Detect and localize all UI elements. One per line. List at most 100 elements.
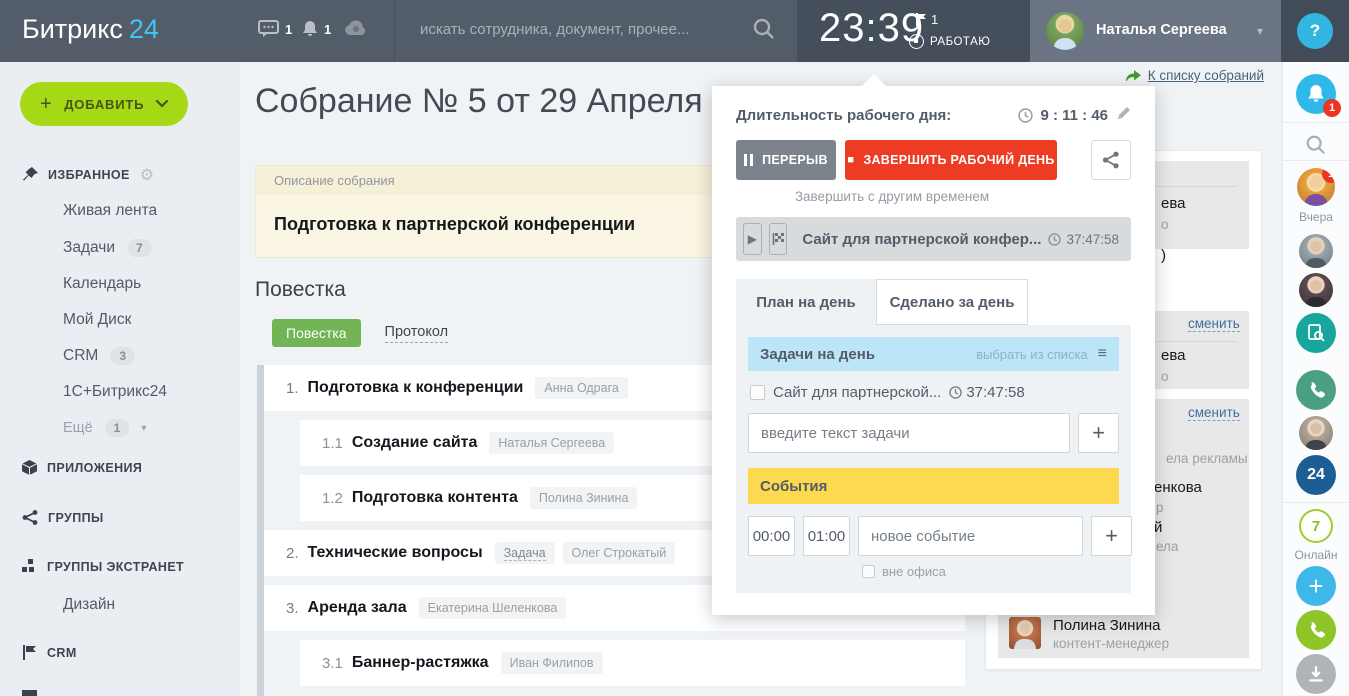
add-task-button[interactable]: + — [1078, 413, 1119, 453]
task-checkbox[interactable] — [750, 385, 765, 400]
search-contacts-button[interactable] — [1305, 134, 1327, 161]
responsible-badge[interactable]: Анна Одрага — [535, 377, 627, 399]
sidebar-item-1c-bitrix24[interactable]: 1С+Битрикс24 — [63, 383, 167, 401]
bitrix24-network-button[interactable]: 24 — [1296, 455, 1336, 495]
user-menu[interactable]: Наталья Сергеева ▾ — [1030, 0, 1281, 62]
invite-button[interactable]: + — [1296, 566, 1336, 606]
call-history-button[interactable] — [1296, 370, 1336, 410]
task-link-badge[interactable]: Задача — [495, 542, 555, 564]
back-to-meetings-link[interactable]: К списку собраний — [1125, 68, 1264, 83]
finish-task-button[interactable] — [769, 223, 788, 255]
sidebar-section-extranet[interactable]: ГРУППЫ ЭКСТРАНЕТ — [22, 559, 184, 574]
agenda-item[interactable]: 3.1 Баннер-растяжка Иван Филипов — [300, 640, 965, 686]
tab-plan-for-day[interactable]: План на день — [736, 279, 876, 325]
pencil-icon[interactable] — [1117, 106, 1131, 124]
finish-other-time-link[interactable]: Завершить с другим временем — [736, 189, 1048, 204]
help-button[interactable]: ? — [1297, 13, 1333, 49]
sidebar-item-live-feed[interactable]: Живая лента — [63, 202, 157, 220]
task-time-value: 37:47:58 — [1066, 232, 1119, 247]
text-fragment: о — [1161, 369, 1169, 384]
pick-from-list-link[interactable]: выбрать из списка — [976, 347, 1088, 362]
sidebar-section-crm[interactable]: CRM — [22, 645, 77, 660]
out-of-office-checkbox[interactable] — [862, 565, 875, 578]
chat-icon[interactable]: 1 — [258, 20, 292, 38]
event-time-to-input[interactable] — [803, 516, 850, 556]
responsible-badge[interactable]: Екатерина Шеленкова — [419, 597, 567, 619]
user-avatar — [1046, 12, 1084, 50]
sidebar-item-calendar[interactable]: Календарь — [63, 275, 141, 293]
crm-label: CRM — [47, 646, 77, 660]
change-link[interactable]: сменить — [1188, 405, 1240, 421]
chat-contact[interactable] — [1299, 273, 1333, 307]
item-title: Подготовка контента — [352, 489, 518, 507]
sidebar-item-more[interactable]: Ещё1▾ — [63, 419, 146, 437]
work-status[interactable]: РАБОТАЮ — [909, 34, 990, 49]
tab-done-for-day[interactable]: Сделано за день — [876, 279, 1028, 325]
item-title: Баннер-растяжка — [352, 654, 489, 672]
app-logo[interactable]: Битрикс24 — [22, 14, 159, 45]
responsible-badge[interactable]: Олег Строкатый — [563, 542, 676, 564]
hamburger-icon[interactable]: ≡ — [1098, 345, 1107, 363]
stop-icon: ■ — [847, 154, 854, 166]
search-icon — [1305, 134, 1327, 156]
active-task-name[interactable]: Сайт для партнерской конфер... — [802, 231, 1041, 248]
sidebar-item-design[interactable]: Дизайн — [63, 596, 115, 614]
messenger-rail: 1 1 Вчера 24 7 Онлайн + — [1282, 62, 1349, 696]
divider — [1283, 160, 1349, 161]
online-counter[interactable]: 7 — [1299, 509, 1333, 543]
responsible-badge[interactable]: Наталья Сергеева — [489, 432, 614, 454]
out-of-office-option: вне офиса — [862, 564, 1119, 579]
notifications-button[interactable]: 1 — [1296, 74, 1336, 114]
participant-row[interactable]: Полина Зинина контент-менеджер — [1009, 617, 1169, 651]
add-button[interactable]: + ДОБАВИТЬ — [20, 82, 188, 126]
task-list-item: Сайт для партнерской... 37:47:58 — [750, 384, 1117, 401]
notifications-icon[interactable]: 1 — [302, 20, 331, 38]
text-fragment: енкова — [1154, 479, 1202, 496]
phone-icon — [1307, 381, 1325, 399]
clock-icon — [1048, 233, 1061, 246]
sidebar-section-favorites[interactable]: ИЗБРАННОЕ ⚙ — [22, 165, 155, 185]
worktime-clock-widget[interactable]: 23:39 1 РАБОТАЮ — [797, 0, 1030, 62]
text-fragment: ) — [1161, 247, 1166, 264]
cloud-icon[interactable] — [344, 20, 368, 36]
task-item-label[interactable]: Сайт для партнерской... — [773, 384, 941, 401]
download-app-button[interactable] — [1296, 654, 1336, 694]
doc-search-button[interactable] — [1296, 313, 1336, 353]
new-event-input[interactable] — [858, 516, 1083, 556]
share-button[interactable] — [1091, 140, 1131, 180]
flag-counter[interactable]: 1 — [915, 12, 938, 27]
sidebar-item-crm[interactable]: CRM3 — [63, 347, 135, 365]
telephony-button[interactable] — [1296, 610, 1336, 650]
break-button[interactable]: ПЕРЕРЫВ — [736, 140, 836, 180]
bell-icon — [1307, 84, 1325, 104]
change-link[interactable]: сменить — [1188, 316, 1240, 332]
play-button[interactable]: ▶ — [743, 223, 762, 255]
b24-label: 24 — [1307, 466, 1325, 484]
search-icon[interactable] — [752, 17, 776, 46]
sidebar-section-groups[interactable]: ГРУППЫ — [22, 510, 104, 525]
chat-contact[interactable] — [1299, 416, 1333, 450]
search-input[interactable]: искать сотрудника, документ, прочее... — [420, 21, 780, 38]
share-icon — [1102, 151, 1120, 169]
chat-contact-assistant[interactable]: 1 — [1297, 168, 1335, 206]
chat-contact[interactable] — [1299, 234, 1333, 268]
sidebar-item-tasks[interactable]: Задачи7 — [63, 239, 152, 257]
tab-agenda[interactable]: Повестка — [272, 319, 361, 347]
item-label: Мой Диск — [63, 311, 131, 329]
responsible-badge[interactable]: Полина Зинина — [530, 487, 638, 509]
gear-icon[interactable]: ⚙ — [140, 165, 155, 185]
new-task-input[interactable] — [748, 413, 1070, 453]
finish-workday-button[interactable]: ■ ЗАВЕРШИТЬ РАБОЧИЙ ДЕНЬ — [845, 140, 1057, 180]
item-number: 3.1 — [322, 655, 343, 672]
divider — [1283, 502, 1349, 503]
responsible-badge[interactable]: Иван Филипов — [501, 652, 603, 674]
add-event-button[interactable]: + — [1091, 516, 1132, 556]
chevron-down-icon: ▾ — [141, 423, 146, 434]
item-label: 1С+Битрикс24 — [63, 383, 167, 401]
status-label: РАБОТАЮ — [930, 36, 990, 48]
tab-protocol[interactable]: Протокол — [385, 324, 449, 343]
sidebar-item-my-disk[interactable]: Мой Диск — [63, 311, 131, 329]
sidebar-section-apps[interactable]: ПРИЛОЖЕНИЯ — [22, 460, 142, 475]
plan-panel: Задачи на день выбрать из списка ≡ Сайт … — [736, 325, 1131, 593]
event-time-from-input[interactable] — [748, 516, 795, 556]
